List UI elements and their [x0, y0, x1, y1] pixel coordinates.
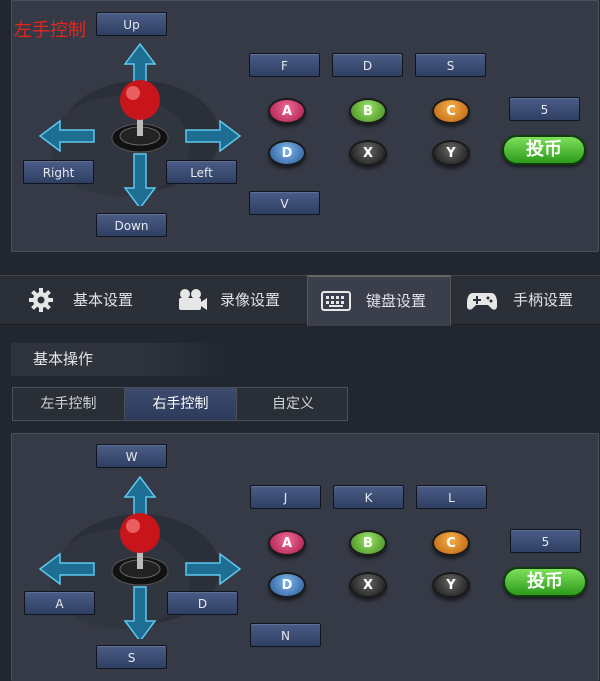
right-key-field[interactable]: Right	[23, 160, 94, 184]
button-c-icon: C	[432, 530, 470, 556]
key-field-k[interactable]: K	[333, 485, 404, 509]
overlay-title: 左手控制	[14, 20, 86, 41]
key-field-n[interactable]: N	[250, 623, 321, 647]
coin-button-icon: 投币	[503, 567, 587, 597]
gamepad-icon	[467, 293, 497, 310]
coin-button-icon: 投币	[502, 135, 586, 165]
left-key-field[interactable]: Left	[166, 160, 237, 184]
key-field-f[interactable]: F	[249, 53, 320, 77]
button-b-icon: B	[349, 98, 387, 124]
coin-key-field[interactable]: 5	[510, 529, 581, 553]
button-a-icon: A	[268, 530, 306, 556]
down-key-field[interactable]: Down	[96, 213, 167, 237]
tab-gamepad-settings[interactable]: 手柄设置	[449, 276, 600, 324]
button-x-icon: X	[349, 140, 387, 166]
button-a-icon: A	[268, 98, 306, 124]
tab-label: 录像设置	[220, 291, 281, 309]
tab-label: 键盘设置	[366, 292, 427, 310]
button-y-icon: Y	[432, 140, 470, 166]
key-field-v[interactable]: V	[249, 191, 320, 215]
subtab-custom[interactable]: 自定义	[237, 388, 349, 420]
camera-icon	[179, 289, 207, 310]
button-y-icon: Y	[432, 572, 470, 598]
tab-label: 基本设置	[73, 291, 134, 309]
button-c-icon: C	[432, 98, 470, 124]
settings-tab-bar: 基本设置 录像设置 键盘设置 手柄设置	[0, 275, 600, 326]
keyboard-icon	[321, 291, 351, 311]
key-field-j[interactable]: J	[250, 485, 321, 509]
up-key-field[interactable]: Up	[96, 12, 167, 36]
key-field-l[interactable]: L	[416, 485, 487, 509]
right-key-field[interactable]: A	[24, 591, 95, 615]
tab-recording-settings[interactable]: 录像设置	[160, 276, 307, 324]
left-hand-control-panel: Up Right Left Down F D S 5 V A B C D X Y…	[11, 0, 599, 252]
button-x-icon: X	[349, 572, 387, 598]
button-b-icon: B	[349, 530, 387, 556]
tab-basic-settings[interactable]: 基本设置	[0, 276, 160, 324]
coin-key-field[interactable]: 5	[509, 97, 580, 121]
down-key-field[interactable]: S	[96, 645, 167, 669]
tab-keyboard-settings[interactable]: 键盘设置	[307, 275, 451, 326]
subtab-left-hand[interactable]: 左手控制	[13, 388, 125, 420]
control-mode-tabs: 左手控制 右手控制 自定义	[12, 387, 348, 421]
tab-label: 手柄设置	[513, 291, 574, 309]
key-field-d[interactable]: D	[332, 53, 403, 77]
button-d-icon: D	[268, 572, 306, 598]
button-d-icon: D	[268, 140, 306, 166]
subtab-right-hand[interactable]: 右手控制	[125, 388, 237, 420]
section-title: 基本操作	[11, 343, 231, 376]
left-key-field[interactable]: D	[167, 591, 238, 615]
right-hand-control-panel: W A D S J K L 5 N A B C D X Y 投币	[11, 433, 599, 681]
gear-icon	[29, 288, 53, 312]
up-key-field[interactable]: W	[96, 444, 167, 468]
key-field-s[interactable]: S	[415, 53, 486, 77]
